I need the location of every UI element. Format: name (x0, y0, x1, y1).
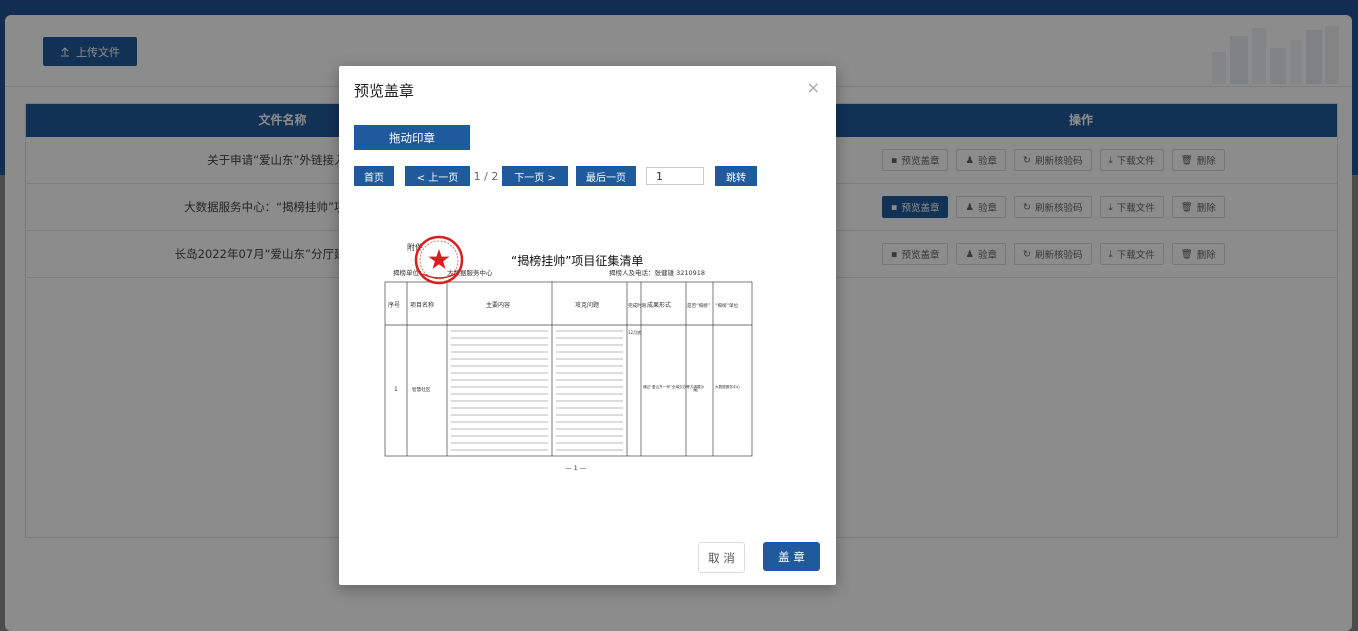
doc-row-project: 智慧社区 (412, 386, 431, 393)
last-page-button[interactable]: 最后一页 (576, 166, 636, 186)
drag-seal-button[interactable]: 拖动印章 (354, 125, 470, 150)
doc-row-no: 1 (394, 386, 398, 393)
doc-header-content: 主要内容 (486, 301, 510, 309)
doc-header-problem: 攻克问题 (575, 301, 599, 309)
jump-button[interactable]: 跳转 (715, 166, 757, 186)
pagination: 首页 < 上一页 1 / 2 下一页 > 最后一页 1 跳转 (354, 166, 757, 186)
doc-row-is: 是 (693, 387, 698, 393)
apply-seal-button[interactable]: 盖 章 (763, 542, 820, 571)
doc-row-deadline: 12月底 (628, 329, 641, 335)
doc-header-no: 序号 (388, 301, 400, 309)
doc-row-unit: 大数据服务中心 (715, 384, 741, 389)
close-icon[interactable]: × (807, 78, 820, 97)
doc-page-number: — 1 — (565, 464, 587, 472)
prev-page-button[interactable]: < 上一页 (405, 166, 470, 186)
next-page-button[interactable]: 下一页 > (502, 166, 568, 186)
preview-seal-dialog: 预览盖章 × 拖动印章 首页 < 上一页 1 / 2 下一页 > 最后一页 1 … (339, 66, 836, 585)
cancel-button[interactable]: 取 消 (698, 542, 745, 573)
doc-header-is: 是否“揭榜” (687, 302, 710, 309)
doc-header-deadline: 完成时限 (628, 302, 647, 309)
doc-contact: 揭榜人及电话：张健雄 3210918 (609, 268, 705, 277)
doc-header-unit: “揭榜”单位 (715, 302, 739, 309)
page-number-input[interactable]: 1 (646, 167, 704, 185)
dialog-title: 预览盖章 (354, 82, 415, 100)
doc-header-result: 成果形式 (647, 301, 671, 309)
document-preview[interactable]: 附件 “揭榜挂帅”项目征集清单 揭榜单位： 大数据服务中心 揭榜人及电话：张健雄… (383, 234, 763, 484)
page-indicator: 1 / 2 (473, 169, 499, 183)
first-page-button[interactable]: 首页 (354, 166, 394, 186)
doc-header-project: 项目名称 (410, 301, 434, 309)
doc-title: “揭榜挂帅”项目征集清单 (511, 253, 643, 268)
doc-issuer: 大数据服务中心 (447, 268, 493, 277)
